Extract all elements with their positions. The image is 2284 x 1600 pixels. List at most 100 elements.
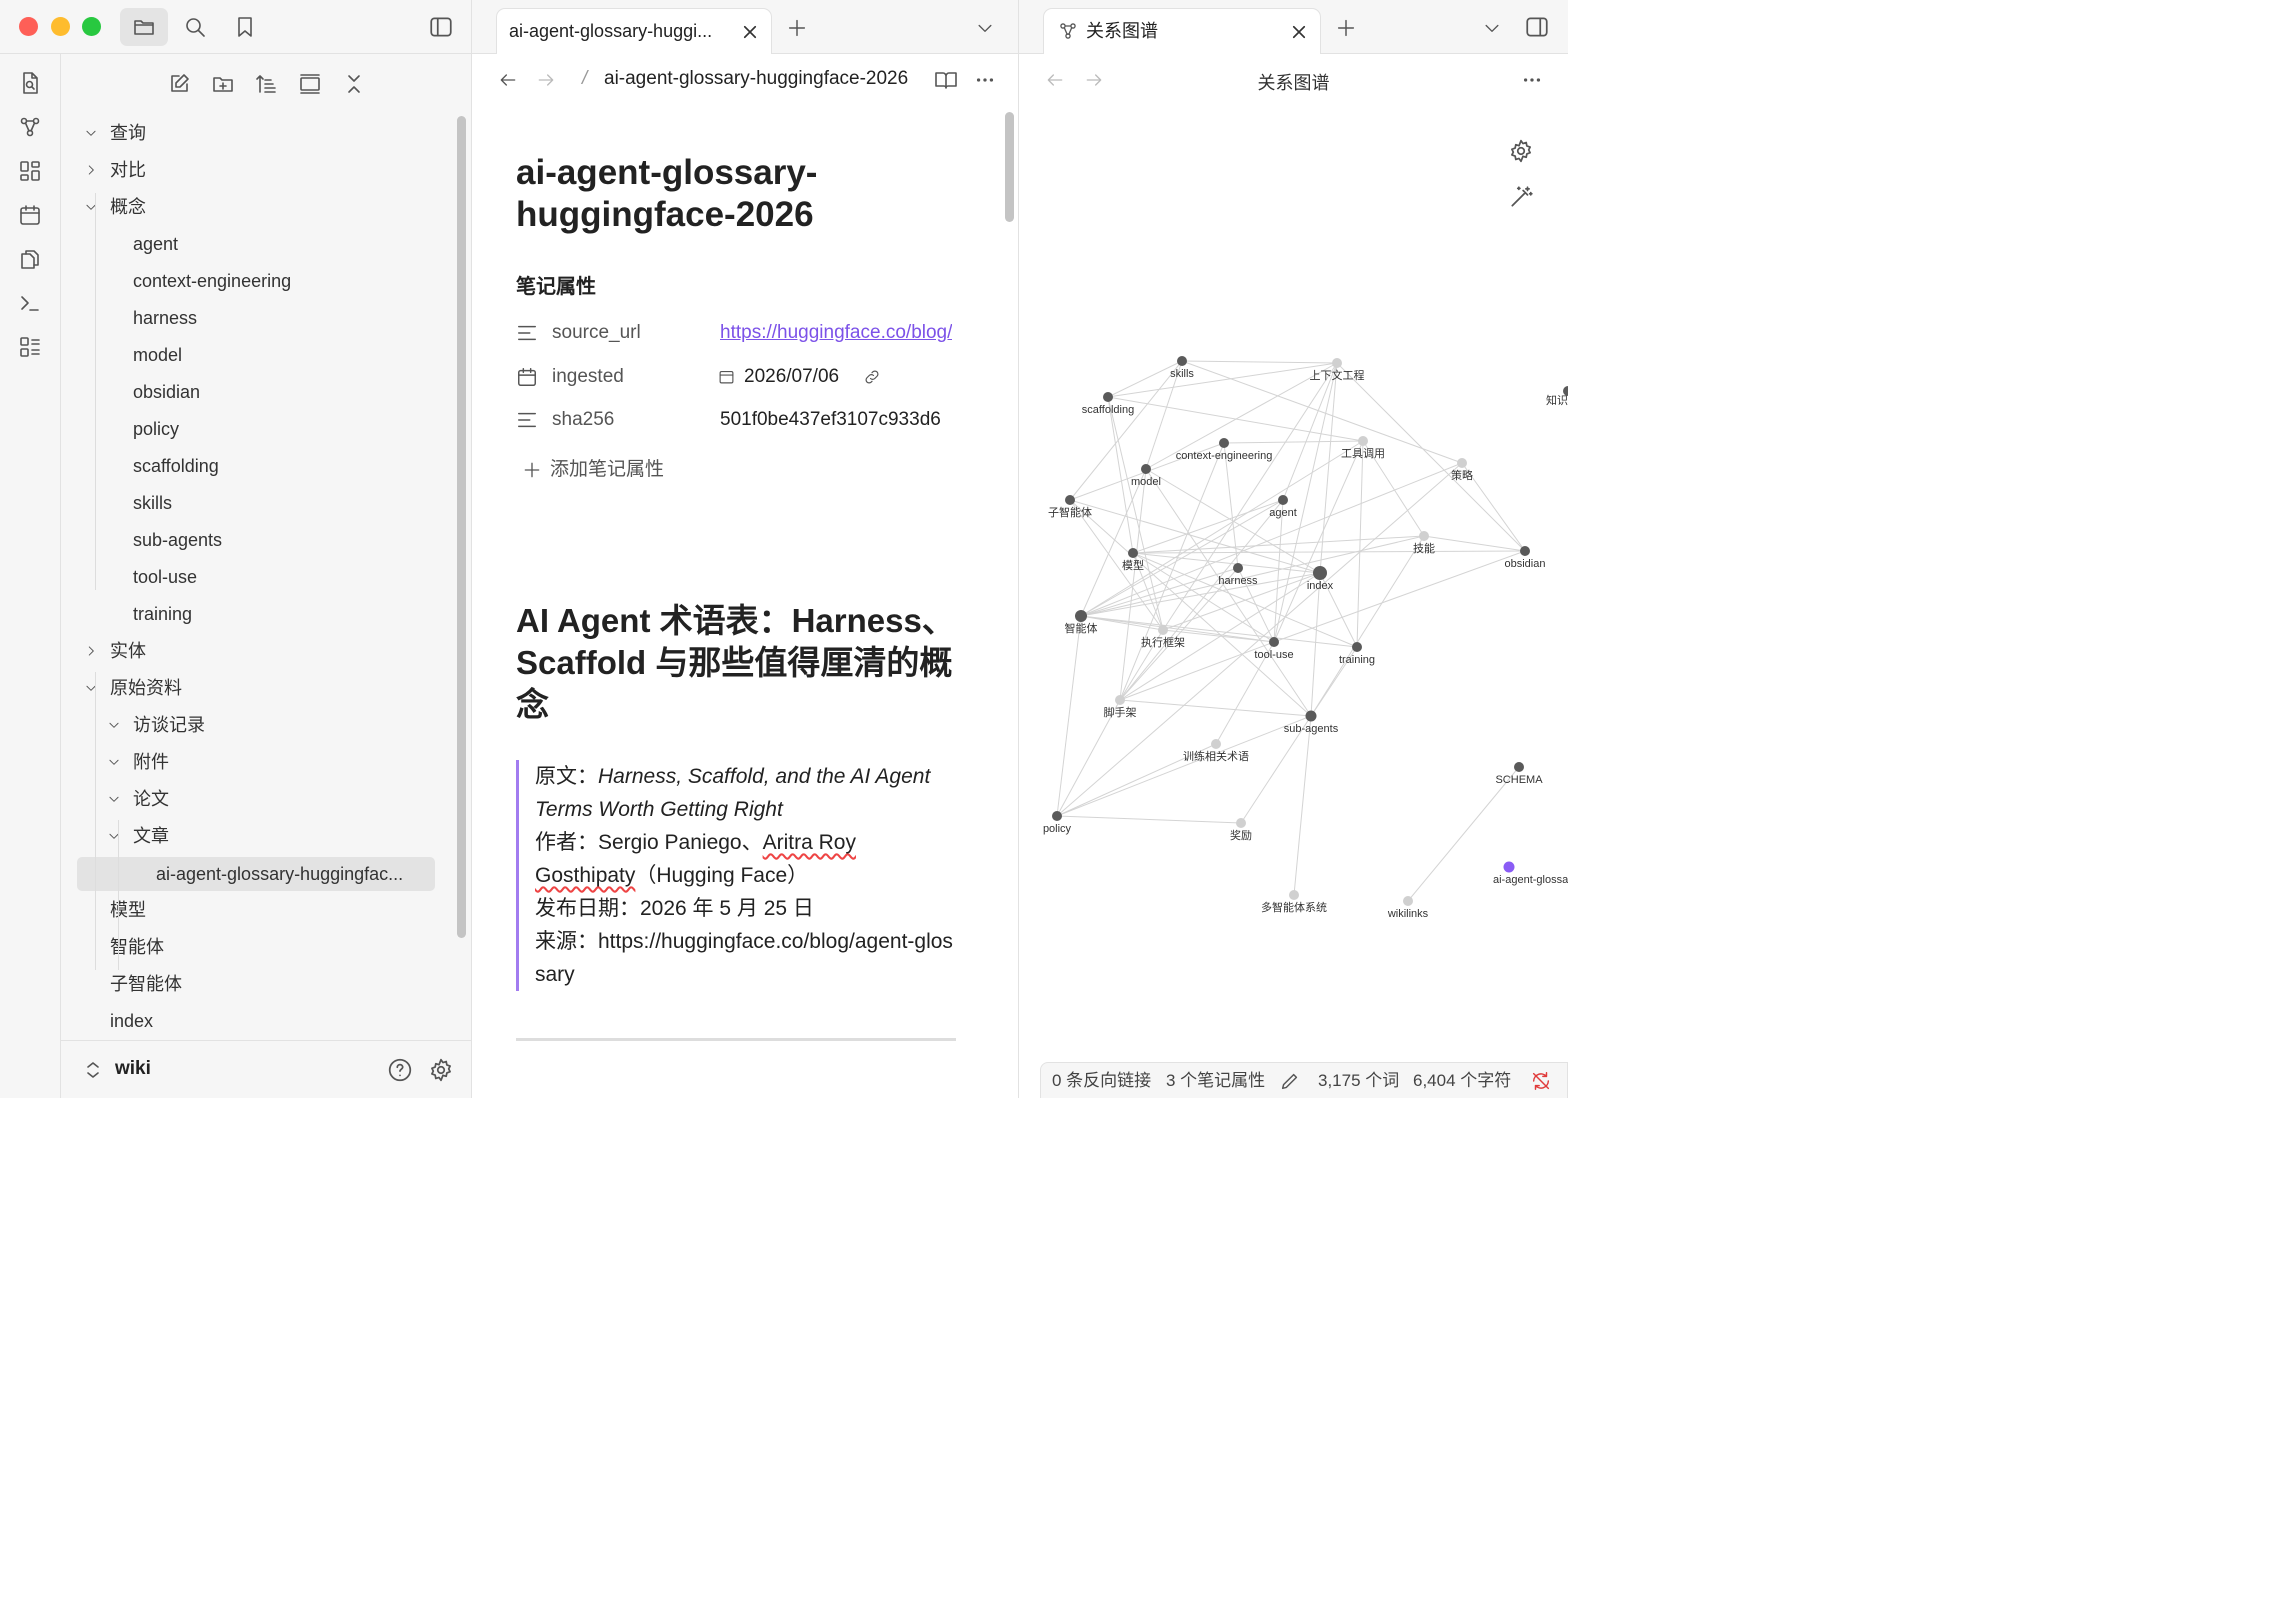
chevron-down-icon[interactable] xyxy=(975,18,995,38)
graph-node-dot[interactable] xyxy=(1352,642,1362,652)
graph-node-dot[interactable] xyxy=(1233,563,1243,573)
sidebar-scrollbar[interactable] xyxy=(457,116,466,938)
property-ingested[interactable]: ingested 2026/07/06 xyxy=(516,359,956,395)
maximize-window-button[interactable] xyxy=(82,17,101,36)
forward-arrow-icon[interactable] xyxy=(536,70,556,90)
chevron-down-icon[interactable] xyxy=(107,792,121,806)
tree-file[interactable]: 子智能体 xyxy=(61,967,441,1001)
tree-file[interactable]: scaffolding xyxy=(61,449,441,483)
note-title[interactable]: ai-agent-glossary-huggingface-2026 xyxy=(516,152,936,236)
graph-node-dot[interactable] xyxy=(1313,566,1327,580)
pencil-icon[interactable] xyxy=(1279,1070,1301,1092)
search-file-icon[interactable] xyxy=(18,71,42,95)
graph-node-schema[interactable]: SCHEMA xyxy=(1495,762,1543,786)
close-window-button[interactable] xyxy=(19,17,38,36)
tree-folder[interactable]: 原始资料 xyxy=(61,671,441,705)
tree-file[interactable]: model xyxy=(61,338,441,372)
vault-name[interactable]: wiki xyxy=(115,1058,151,1080)
graph-node-policy[interactable]: policy xyxy=(1043,811,1072,835)
graph-node-celue[interactable]: 策略 xyxy=(1451,458,1473,482)
graph-node-context[interactable]: context-engineering xyxy=(1176,438,1273,462)
graph-canvas[interactable]: skills 上下文工程 scaffolding context-engineerin… xyxy=(1019,100,1568,960)
graph-node-dot[interactable] xyxy=(1115,695,1125,705)
chevron-updown-icon[interactable] xyxy=(85,1060,101,1080)
help-icon[interactable] xyxy=(387,1057,413,1083)
tree-file[interactable]: training xyxy=(61,597,441,631)
graph-node-dot[interactable] xyxy=(1128,548,1138,558)
settings-icon[interactable] xyxy=(428,1057,454,1083)
sync-error-icon[interactable] xyxy=(1530,1070,1552,1092)
chevron-right-icon[interactable] xyxy=(84,644,98,658)
graph-node-jiangli[interactable]: 奖励 xyxy=(1230,818,1252,842)
graph-node-dot[interactable] xyxy=(1278,495,1288,505)
graph-node-aiagent[interactable]: ai-agent-glossary-huggingface xyxy=(1493,861,1568,887)
tree-file[interactable]: agent xyxy=(61,227,441,261)
graph-node-jineng[interactable]: 技能 xyxy=(1413,531,1435,555)
graph-node-dot[interactable] xyxy=(1211,739,1221,749)
graph-node-dot[interactable] xyxy=(1103,392,1113,402)
link-icon[interactable] xyxy=(863,368,881,386)
minimize-window-button[interactable] xyxy=(51,17,70,36)
graph-node-skills[interactable]: skills xyxy=(1170,356,1194,380)
chevron-down-icon[interactable] xyxy=(107,755,121,769)
graph-node-dot[interactable] xyxy=(1236,818,1246,828)
graph-node-dot[interactable] xyxy=(1052,811,1062,821)
more-options-icon[interactable] xyxy=(1521,69,1543,91)
chevron-down-icon[interactable] xyxy=(1482,18,1502,38)
graph-node-dot[interactable] xyxy=(1332,358,1342,368)
tree-file[interactable]: skills xyxy=(61,486,441,520)
tree-folder[interactable]: 附件 xyxy=(61,745,441,779)
search-icon[interactable] xyxy=(183,15,207,39)
sort-icon[interactable] xyxy=(254,72,278,96)
tree-file[interactable]: sub-agents xyxy=(61,523,441,557)
chevron-right-icon[interactable] xyxy=(84,163,98,177)
property-value-date[interactable]: 2026/07/06 xyxy=(744,359,864,395)
graph-node-dot[interactable] xyxy=(1177,356,1187,366)
graph-node-gongju[interactable]: 工具调用 xyxy=(1341,436,1385,460)
breadcrumb[interactable]: ai-agent-glossary-huggingface-2026 xyxy=(604,68,908,90)
property-value[interactable]: 501f0be437ef3107c933d6 xyxy=(720,402,952,438)
close-tab-icon[interactable] xyxy=(1290,23,1308,41)
tree-folder[interactable]: 概念 xyxy=(61,190,441,224)
graph-node-dot[interactable] xyxy=(1065,495,1075,505)
graph-node-harness[interactable]: harness xyxy=(1218,563,1258,587)
property-sha256[interactable]: sha256 501f0be437ef3107c933d6 xyxy=(516,402,956,438)
graph-node-dot[interactable] xyxy=(1419,531,1429,541)
graph-node-scaffolding[interactable]: scaffolding xyxy=(1082,392,1134,416)
new-tab-icon[interactable] xyxy=(1335,17,1357,39)
graph-node-duozhineng[interactable]: 多智能体系统 xyxy=(1261,890,1327,914)
property-source-url[interactable]: source_url https://huggingface.co/blog/a… xyxy=(516,315,956,351)
graph-node-dot[interactable] xyxy=(1520,546,1530,556)
tab-note[interactable]: ai-agent-glossary-huggi... xyxy=(496,8,772,54)
graph-node-dot[interactable] xyxy=(1305,710,1317,722)
tree-folder[interactable]: 论文 xyxy=(61,782,441,816)
graph-node-dot[interactable] xyxy=(1403,896,1413,906)
tree-file[interactable]: ai-agent-glossary-huggingfac... xyxy=(77,857,435,891)
graph-node-dot[interactable] xyxy=(1075,610,1087,622)
graph-node-shangxiawen[interactable]: 上下文工程 xyxy=(1310,358,1365,382)
date-picker-icon[interactable] xyxy=(718,368,735,385)
graph-node-xunlian[interactable]: 训练相关术语 xyxy=(1183,739,1249,763)
graph-node-dot[interactable] xyxy=(1358,436,1368,446)
tree-file[interactable]: obsidian xyxy=(61,375,441,409)
back-arrow-icon[interactable] xyxy=(498,70,518,90)
close-tab-icon[interactable] xyxy=(741,23,759,41)
editor-scrollbar[interactable] xyxy=(1005,112,1014,222)
graph-node-dot[interactable] xyxy=(1289,890,1299,900)
tree-file[interactable]: context-engineering xyxy=(61,264,441,298)
chevron-down-icon[interactable] xyxy=(107,718,121,732)
graph-node-wikilinks[interactable]: wikilinks xyxy=(1387,896,1429,920)
new-folder-icon[interactable] xyxy=(211,72,235,96)
reading-view-icon[interactable] xyxy=(934,68,958,92)
new-tab-icon[interactable] xyxy=(786,17,808,39)
collapse-all-icon[interactable] xyxy=(342,72,366,96)
tree-folder[interactable]: 查询 xyxy=(61,116,441,150)
templates-icon[interactable] xyxy=(18,335,42,359)
graph-node-agent[interactable]: agent xyxy=(1269,495,1297,519)
more-options-icon[interactable] xyxy=(974,69,996,91)
tab-graph[interactable]: 关系图谱 xyxy=(1043,8,1321,54)
add-property-button[interactable]: 添加笔记属性 xyxy=(522,452,962,488)
graph-node-dot[interactable] xyxy=(1141,464,1151,474)
graph-node-dot[interactable] xyxy=(1457,458,1467,468)
bookmark-icon[interactable] xyxy=(233,15,257,39)
